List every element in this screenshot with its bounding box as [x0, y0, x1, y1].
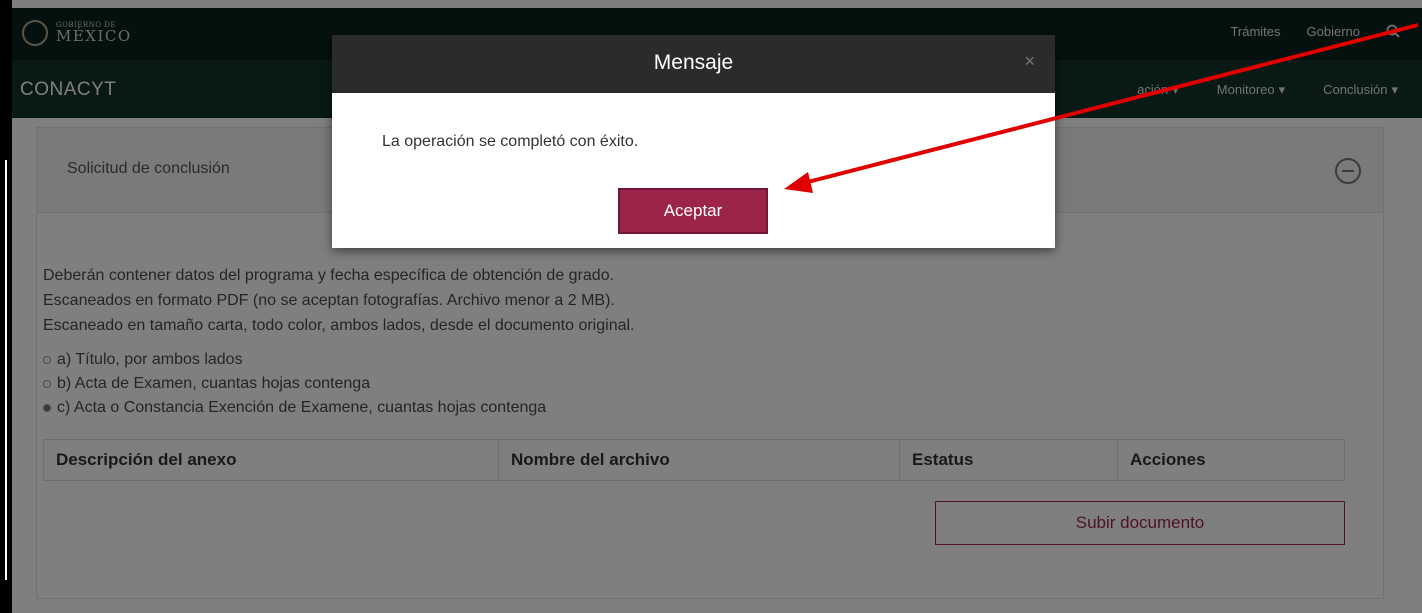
message-modal: Mensaje × La operación se completó con é…: [332, 35, 1055, 248]
modal-message: La operación se completó con éxito.: [382, 133, 639, 150]
left-edge: [0, 0, 12, 613]
modal-title: Mensaje: [653, 51, 734, 74]
edge-line: [5, 160, 7, 580]
close-icon[interactable]: ×: [1024, 51, 1035, 72]
accept-button[interactable]: Aceptar: [618, 188, 768, 234]
modal-header: Mensaje ×: [332, 35, 1055, 93]
